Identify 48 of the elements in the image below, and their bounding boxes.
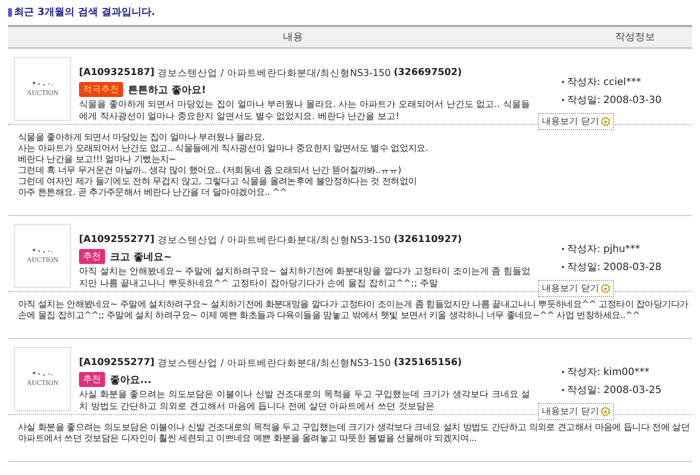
date-label: 작성일: — [567, 94, 600, 107]
review-snippet: 사실 화분을 좋으려는 의도보담은 이불이나 신발 건조대로의 목적을 두고 구입했는데 크기가 생각보다 크네요 설치 방법도 간단하고 의외로 견고해서 마음에 듭니다 전에 살던 아파트에서 쓰던 것보담은 — [79, 389, 532, 413]
recommend-badge: 추천 — [79, 249, 105, 264]
review-text: 베란다 난간을 보고!!! 얼마나 기뻤는지~ — [18, 155, 177, 166]
review-text: 사는 아파트가 오래되어서 난간도 없고.. 식물들에게 직사광선이 얼마나 중요한지 알면서도 별수 없었지요. — [18, 144, 429, 155]
order-number: (325165156) — [394, 357, 462, 370]
product-code: [A109325187] — [79, 67, 155, 80]
review-snippet: 아직 설치는 안해봤네요~ 주말에 설치하려구요~ 설치하기전에 화분대망을 깔다가 고정타이 조이는게 좀 힘들었지만 나름 끝내고나니 뿌듯하네요^^ 고정타이 잡아당기다가 손에 물집 잡히고^^;; 주말 — [79, 266, 532, 290]
close-content-button[interactable]: 내용보기 닫기 — [538, 403, 614, 420]
recommend-badge: 적극추천 — [79, 82, 123, 97]
review-text: 아주 튼튼해요. 곧 추가주문해서 베란다 난간을 더 달아야겠어요.. ^^ — [18, 188, 288, 199]
dots-icon — [32, 371, 54, 377]
product-name[interactable]: 경보스텐산업 / 아파트베란다화분대/최신형NS3-150 — [158, 67, 391, 80]
date-label: 작성일: — [567, 384, 600, 397]
order-number: (326697502) — [394, 67, 462, 80]
author-name: kim00*** — [603, 366, 650, 378]
review-text: 식물을 좋아하게 되면서 마당있는 집이 얼마나 부러웠나 몰라요. — [18, 133, 266, 144]
review-date: 2008-03-28 — [603, 262, 662, 272]
dots-icon — [32, 248, 54, 254]
author-label: 작성자: — [567, 243, 600, 256]
author-label: 작성자: — [567, 366, 600, 379]
author-label: 작성자: — [567, 76, 600, 89]
review-text: 아직 설치는 안해봤네요~ 주말에 설치하려구요~ 설치하기전에 화분대망을 깔다가 고정타이 조이는게 좀 힘들었지만 나름 끝내고나니 뿌듯하네요^^ 고정타이 잡아당기다가 손에 물집 잡히고^^;; 주말에 설치 하려구요~ 이제 예쁜 화초들과 다육이들을 맘놓고 밖에서 햇빛 보면서 키울 생각하니 너무 좋네요~^^ 사업 번창하세요..^^ — [18, 300, 690, 322]
review-headline: 튼튼하고 좋아요! — [128, 84, 206, 96]
review-headline: 크고 좋네요~ — [110, 250, 172, 264]
close-content-button[interactable]: 내용보기 닫기 — [538, 113, 614, 130]
author-name: pjhu*** — [603, 244, 640, 254]
product-name[interactable]: 경보스텐산업 / 아파트베란다화분대/최신형NS3-150 — [158, 234, 391, 247]
date-label: 작성일: — [567, 261, 600, 274]
author-name: cciel*** — [603, 76, 642, 88]
review-text: 사실 화분을 좋으려는 의도보담은 이불이나 신발 건조대로의 목적을 두고 구입했는데 크기가 생각보다 크네요 설치 방법도 간단하고 의외로 견고해서 마음에 듭니다 전에 살던 아파트에서 쓰던 것보담은 디자인이 훨씬 세련되고 이쁘네요 예쁜 화분을 올려놓고 따뜻한 봄볕을 선물해야 되겠지여... — [18, 423, 690, 445]
review-snippet: 식물을 좋아하게 되면서 마당있는 집이 얼마나 부러웠나 몰라요. 사는 아파트가 오래되어서 난간도 없고.. 식물들에게 직사광선이 얼마나 중요한지 알면서도 별수 없었지요. 베란다 난간을 보고! — [79, 99, 531, 123]
bullet-icon — [8, 8, 12, 16]
review-text: 그런데 혹 너무 무거운건 아닐까.. 생각 많이 했어요.. (저희동네 좀 오래되서 난간 뜯어질까봐..ㅠㅠ) — [18, 166, 402, 177]
review-headline: 좋아요... — [110, 374, 152, 386]
recommend-badge: 추천 — [79, 372, 105, 387]
product-code: [A109255277] — [79, 357, 155, 370]
review-date: 2008-03-30 — [603, 94, 662, 106]
product-name[interactable]: 경보스텐산업 / 아파트베란다화분대/최신형NS3-150 — [158, 357, 391, 370]
review-date: 2008-03-25 — [603, 384, 662, 396]
dots-icon — [32, 81, 54, 87]
column-header: 작성정보 — [614, 31, 656, 44]
product-code: [A109255277] — [79, 234, 155, 247]
close-content-button[interactable]: 내용보기 닫기 — [538, 280, 614, 297]
page-title: 최근 3개월의 검색 결과입니다. — [14, 6, 156, 19]
order-number: (326110927) — [394, 234, 462, 247]
column-header: 내용 — [282, 31, 304, 44]
review-text: 그런데 여자인 제가 들기에도 전혀 무겁지 않고, 그렇다고 식물을 올려논후에 불안정하다는 것 전혀없이 — [18, 177, 418, 188]
